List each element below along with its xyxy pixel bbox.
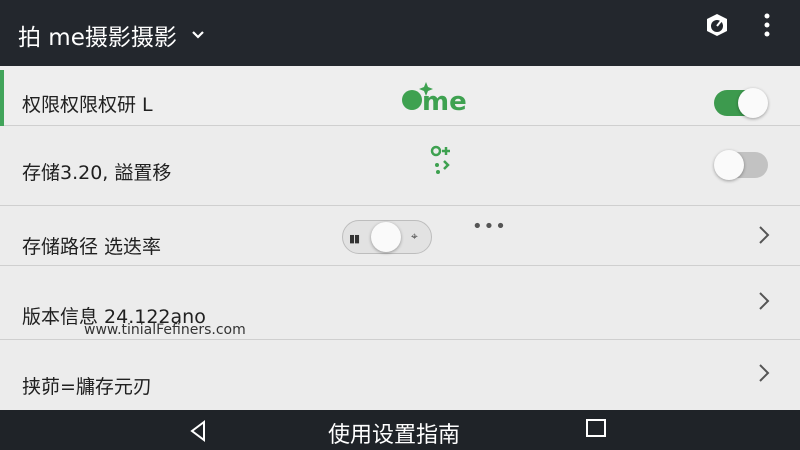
chevron-right-icon: [759, 226, 770, 244]
more-options-icon[interactable]: [758, 11, 776, 39]
row-sublabel: www.tinialFefiners.com: [84, 322, 246, 338]
settings-guide-link[interactable]: 使用设置指南: [328, 417, 460, 449]
recents-icon[interactable]: [585, 418, 607, 440]
permissions-toggle[interactable]: [714, 88, 768, 118]
system-nav-bar: 使用设置指南: [0, 410, 800, 450]
app-title-dropdown[interactable]: 拍 me摄影摄影: [18, 18, 205, 52]
settings-row-last[interactable]: 挟茆=牗存元刃: [0, 340, 800, 410]
settings-row-storage[interactable]: 存储3.20, 謚置移: [0, 126, 800, 206]
row-label: 存储3.20, 謚置移: [22, 162, 172, 184]
toggle-knob: [738, 88, 768, 118]
row-label: 存储路径 选迭率: [22, 236, 162, 258]
settings-list: 权限权限权研 L me 存储3.20, 謚置移 存储路径 选迭率 ▮▮ ⌖ ••…: [0, 66, 800, 410]
settings-row-version[interactable]: 版本信息 24.122ano www.tinialFefiners.com: [0, 266, 800, 340]
row-label: 权限权限权研 L: [22, 94, 153, 116]
back-icon[interactable]: [188, 420, 208, 442]
settings-row-permissions[interactable]: 权限权限权研 L me: [0, 66, 800, 126]
speedometer-icon[interactable]: [704, 12, 730, 38]
app-bar: 拍 me摄影摄影: [0, 0, 800, 66]
me-logo: me: [402, 82, 467, 117]
storage-toggle[interactable]: [714, 150, 768, 180]
switch-knob: [371, 222, 401, 252]
pin-icon: ⌖: [411, 229, 418, 243]
connect-icon: [430, 145, 450, 174]
chevron-right-icon: [759, 292, 770, 310]
toggle-knob: [714, 150, 744, 180]
app-title: 拍 me摄影摄影: [18, 25, 177, 51]
selected-indicator: [0, 70, 4, 126]
chevron-down-icon: [192, 31, 204, 39]
chevron-right-icon: [759, 364, 770, 382]
row-label: 挟茆=牗存元刃: [22, 376, 152, 398]
logo-text: me: [422, 87, 467, 117]
bars-icon: ▮▮: [349, 232, 360, 245]
path-switch[interactable]: ▮▮ ⌖: [342, 220, 432, 254]
settings-row-storage-path[interactable]: 存储路径 选迭率 ▮▮ ⌖ •••: [0, 206, 800, 266]
more-icon[interactable]: •••: [472, 216, 507, 237]
